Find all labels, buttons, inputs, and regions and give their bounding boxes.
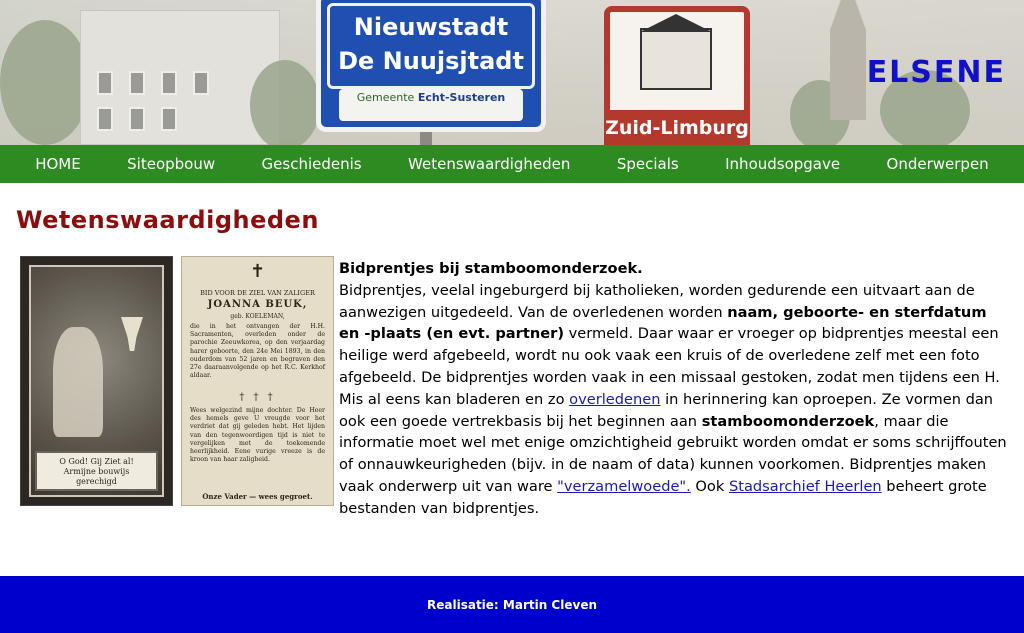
town-sign-line1: Nieuwstadt [353,13,509,41]
nav-specials[interactable]: Specials [609,145,687,183]
card-crosses: † † † [239,392,276,403]
link-overledenen[interactable]: overledenen [569,391,660,408]
town-sign-blue: Nieuwstadt De Nuujsjtadt Gemeente Echt-S… [316,0,546,132]
footer: Realisatie: Martin Cleven [0,576,1024,633]
card-name: JOANNA BEUK, [207,299,308,310]
article-title: Bidprentjes bij stamboomonderzoek. [339,260,643,277]
cross-icon: ✝ [249,261,266,282]
municipality-plate: Gemeente Echt-Susteren [339,89,523,121]
farmhouse-icon [640,14,712,90]
municipality-prefix: Gemeente [356,91,415,104]
caption-line: gerechigd [76,477,117,486]
municipality-name: Echt-Susteren [417,91,506,104]
text-bold: stamboomonderzoek [701,412,875,430]
caption-line: O God! Gij Ziet al! [59,457,134,466]
house-window [129,71,145,95]
page-title: Wetenswaardigheden [16,206,319,234]
house-window [161,71,177,95]
card-spouse: geb. KOELEMAN, [230,313,285,320]
nav-geschiedenis[interactable]: Geschiedenis [254,145,370,183]
church-tower [830,0,866,120]
footer-credit: Realisatie: Martin Cleven [427,597,597,612]
prayer-card-image-2: ✝ BID VOOR DE ZIEL VAN ZALIGER JOANNA BE… [181,256,334,506]
article-text: Bidprentjes bij stamboomonderzoek. Bidpr… [339,258,1007,520]
nav-siteopbouw[interactable]: Siteopbouw [119,145,223,183]
region-sign-label: Zuid-Limburg [604,110,750,145]
nav-home[interactable]: HOME [27,145,89,183]
municipality-label: Gemeente Echt-Susteren [339,91,523,104]
banner-house [80,10,280,145]
prayer-card-caption: O God! Gij Ziet al! Armijne bouwijs gere… [35,451,158,491]
farmhouse-roof [640,14,712,32]
sign-pole [420,132,432,145]
house-window [97,71,113,95]
banner-tree [250,60,320,145]
link-verzamelwoede[interactable]: "verzamelwoede". [557,478,691,495]
praying-figure [53,327,103,437]
town-sign-line2: De Nuujsjtadt [338,47,524,75]
nav-inhoudsopgave[interactable]: Inhoudsopgave [717,145,848,183]
link-stadsarchief-heerlen[interactable]: Stadsarchief Heerlen [729,478,882,495]
house-window [97,107,113,131]
region-sign: Zuid-Limburg [604,6,750,145]
house-window [193,71,209,95]
card-body: die in het ontvangen der H.H. Sacramente… [190,323,325,380]
banner-tree [0,20,90,145]
card-body-2: Wees welgezind mijne dochter. De Heer de… [190,407,325,464]
house-window [161,107,177,131]
card-footer: Onze Vader — wees gegroet. [202,492,313,501]
header-banner: Nieuwstadt De Nuujsjtadt Gemeente Echt-S… [0,0,1024,145]
text-segment: Ook [690,477,729,495]
caption-line: Armijne bouwijs [63,467,130,476]
site-title: ELSENE [866,55,1006,90]
main-nav: HOME Siteopbouw Geschiedenis Wetenswaard… [0,145,1024,183]
nav-wetenswaardigheden[interactable]: Wetenswaardigheden [400,145,578,183]
card-title: BID VOOR DE ZIEL VAN ZALIGER [200,289,315,297]
house-window [129,107,145,131]
nav-onderwerpen[interactable]: Onderwerpen [879,145,997,183]
prayer-card-image-1: O God! Gij Ziet al! Armijne bouwijs gere… [20,256,173,506]
